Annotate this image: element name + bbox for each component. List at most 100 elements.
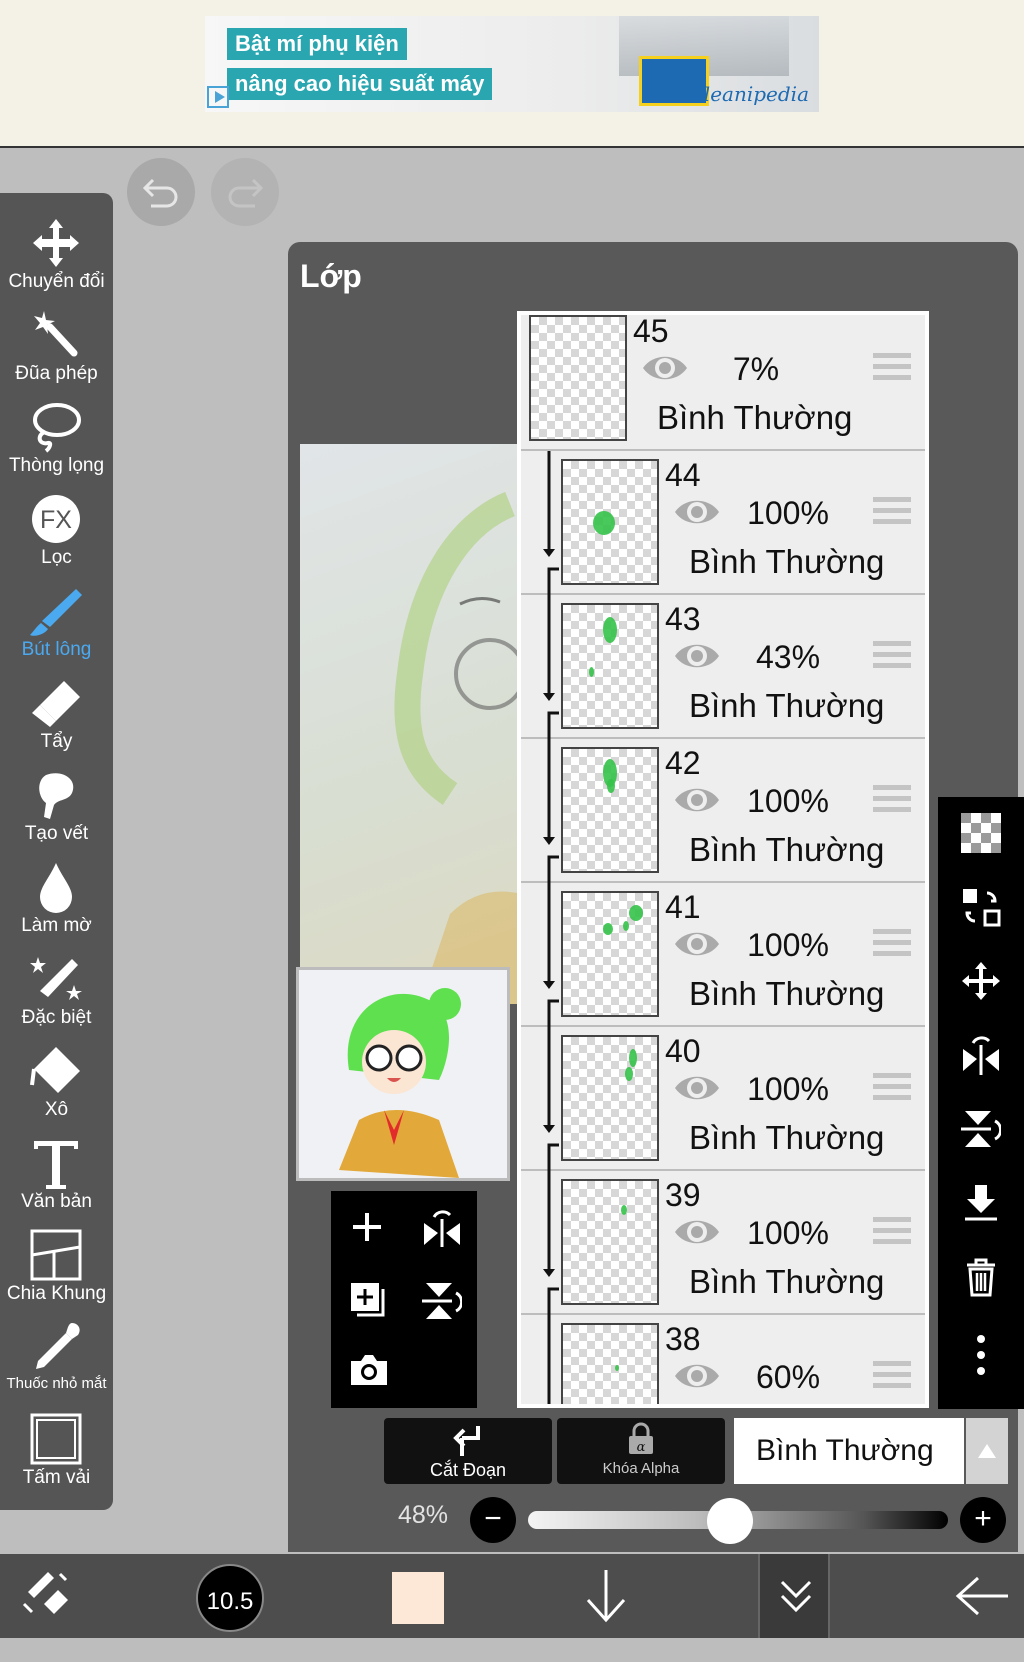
- layer-row[interactable]: 38 60% Bình Thường: [521, 1315, 925, 1404]
- layer-row[interactable]: 41 100% Bình Thường: [521, 883, 925, 1027]
- tool-blur[interactable]: Làm mờ: [0, 853, 113, 945]
- add-layer-button[interactable]: [331, 1191, 404, 1263]
- drag-handle-icon[interactable]: [873, 353, 911, 383]
- visibility-eye-icon[interactable]: [673, 1069, 721, 1107]
- tool-canvas[interactable]: Tấm vải: [0, 1405, 113, 1497]
- flip-layer-horizontal-button[interactable]: [404, 1191, 477, 1263]
- layer-thumbnail[interactable]: [561, 459, 659, 585]
- magic-wand-icon: [34, 311, 78, 357]
- layer-row[interactable]: 42 100% Bình Thường: [521, 739, 925, 883]
- tool-frame-divider[interactable]: Chia Khung: [0, 1221, 113, 1313]
- more-options-button[interactable]: [938, 1315, 1024, 1387]
- tool-special[interactable]: Đặc biệt: [0, 945, 113, 1037]
- layer-row[interactable]: 39 100% Bình Thường: [521, 1171, 925, 1315]
- camera-layer-button[interactable]: [331, 1335, 404, 1408]
- redo-button[interactable]: [211, 158, 279, 226]
- drag-handle-icon[interactable]: [873, 641, 911, 671]
- flip-horizontal-button[interactable]: [938, 1019, 1024, 1091]
- layer-thumbnail-stroke: [625, 1067, 633, 1081]
- tool-brush[interactable]: Bút lông: [0, 577, 113, 669]
- tool-label: Làm mờ: [21, 915, 92, 936]
- layer-thumbnail[interactable]: [561, 1035, 659, 1161]
- brush-size-button[interactable]: 10.5: [196, 1564, 264, 1632]
- tool-text[interactable]: Văn bản: [0, 1129, 113, 1221]
- tool-lasso[interactable]: Thòng lọng: [0, 393, 113, 485]
- move-icon: [33, 219, 79, 267]
- layer-thumbnail[interactable]: [529, 315, 627, 441]
- opacity-decrease-button[interactable]: −: [470, 1497, 516, 1543]
- blend-mode-select[interactable]: Bình Thường: [734, 1418, 964, 1484]
- more-vertical-icon: [977, 1335, 985, 1375]
- drag-handle-icon[interactable]: [873, 785, 911, 815]
- arrow-down-icon[interactable]: [584, 1568, 628, 1624]
- layer-thumbnail-stroke: [603, 617, 617, 643]
- ad-choices-icon[interactable]: [207, 86, 229, 108]
- alpha-lock-button[interactable]: α Khóa Alpha: [557, 1418, 725, 1484]
- drag-handle-icon[interactable]: [873, 497, 911, 527]
- opacity-increase-button[interactable]: +: [960, 1497, 1006, 1543]
- canvas-thumbnail[interactable]: [296, 967, 510, 1181]
- tool-eraser[interactable]: Tẩy: [0, 669, 113, 761]
- visibility-eye-icon[interactable]: [673, 1213, 721, 1251]
- opacity-slider-handle[interactable]: [706, 1498, 753, 1544]
- merge-down-button[interactable]: [938, 1167, 1024, 1239]
- visibility-eye-icon[interactable]: [641, 349, 689, 387]
- transparent-layer-button[interactable]: [938, 797, 1024, 869]
- visibility-eye-icon[interactable]: [673, 925, 721, 963]
- drag-handle-icon[interactable]: [873, 929, 911, 959]
- clipping-button[interactable]: Cắt Đoạn: [384, 1418, 552, 1484]
- tool-label: Bút lông: [21, 639, 92, 660]
- color-picker-button[interactable]: [392, 1572, 444, 1624]
- move-layer-button[interactable]: [938, 945, 1024, 1017]
- layer-opacity: 60%: [755, 1359, 821, 1395]
- eyedropper-icon: [36, 1323, 80, 1369]
- visibility-eye-icon[interactable]: [673, 637, 721, 675]
- artwork-thumbnail-image: [299, 970, 507, 1178]
- drag-handle-icon[interactable]: [873, 1217, 911, 1247]
- tool-transform[interactable]: Chuyển đổi: [0, 209, 113, 301]
- brush-eraser-switch-icon[interactable]: [18, 1568, 70, 1620]
- tool-filter[interactable]: FX Lọc: [0, 485, 113, 577]
- layer-row[interactable]: 40 100% Bình Thường: [521, 1027, 925, 1171]
- ad-banner[interactable]: Bật mí phụ kiện nâng cao hiệu suất máy C…: [0, 0, 1024, 148]
- back-arrow-icon[interactable]: [954, 1574, 1010, 1618]
- frame-divider-icon: [30, 1229, 82, 1281]
- layer-number: 40: [665, 1033, 701, 1069]
- drag-handle-icon[interactable]: [873, 1073, 911, 1103]
- layer-opacity: 100%: [747, 783, 829, 819]
- layer-thumbnail[interactable]: [561, 1179, 659, 1305]
- lock-icon: α: [629, 1422, 653, 1455]
- layers-button[interactable]: [758, 1554, 830, 1638]
- plus-icon: [353, 1213, 381, 1241]
- blend-mode-dropdown-icon[interactable]: [966, 1418, 1008, 1484]
- layer-thumbnail[interactable]: [561, 747, 659, 873]
- tool-eyedropper[interactable]: Thuốc nhỏ mắt: [0, 1313, 113, 1405]
- flip-vertical-icon: [422, 1283, 462, 1319]
- layer-thumbnail[interactable]: [561, 891, 659, 1017]
- delete-layer-button[interactable]: [938, 1241, 1024, 1313]
- flip-layer-vertical-button[interactable]: [404, 1263, 477, 1335]
- undo-button[interactable]: [127, 158, 195, 226]
- bottom-toolbar: [0, 1554, 1024, 1638]
- layer-row[interactable]: 43 43% Bình Thường: [521, 595, 925, 739]
- layer-thumbnail[interactable]: [561, 1323, 659, 1404]
- layer-thumbnail-stroke: [621, 1205, 627, 1215]
- download-icon: [965, 1185, 997, 1221]
- layer-row[interactable]: 45 7% Bình Thường: [521, 315, 925, 451]
- tool-magic-wand[interactable]: Đũa phép: [0, 301, 113, 393]
- layer-thumbnail[interactable]: [561, 603, 659, 729]
- layer-row[interactable]: 44 100% Bình Thường: [521, 451, 925, 595]
- clipping-indicator-icon: [543, 451, 559, 595]
- visibility-eye-icon[interactable]: [673, 493, 721, 531]
- flip-vertical-button[interactable]: [938, 1093, 1024, 1165]
- visibility-eye-icon[interactable]: [673, 1357, 721, 1395]
- layer-thumbnail-stroke: [607, 779, 615, 793]
- merge-layer-button[interactable]: [938, 871, 1024, 943]
- tool-smudge[interactable]: Tạo vết: [0, 761, 113, 853]
- add-layer-copy-button[interactable]: [331, 1263, 404, 1335]
- tool-bucket[interactable]: Xô: [0, 1037, 113, 1129]
- layer-list[interactable]: 45 7% Bình Thường 44 100% Bình Thường 43 43% Bìn…: [517, 311, 929, 1408]
- drag-handle-icon[interactable]: [873, 1361, 911, 1391]
- ad-image[interactable]: Bật mí phụ kiện nâng cao hiệu suất máy C…: [205, 16, 819, 112]
- visibility-eye-icon[interactable]: [673, 781, 721, 819]
